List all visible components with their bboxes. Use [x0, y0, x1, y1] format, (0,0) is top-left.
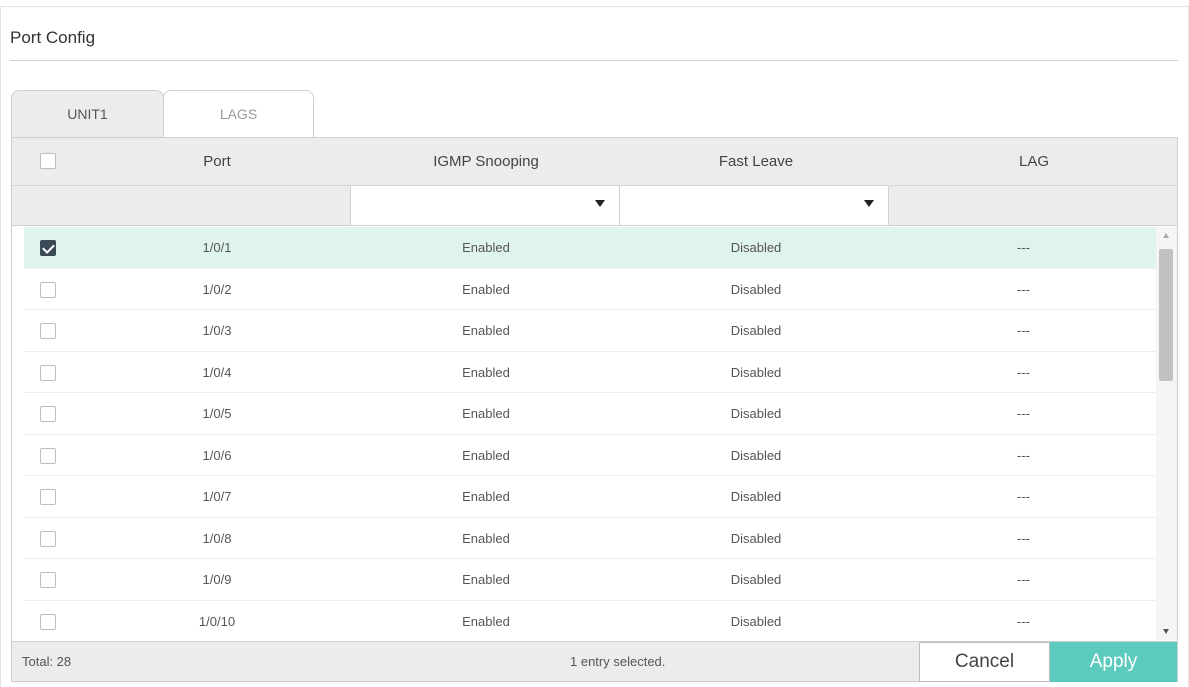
table-row[interactable]: 1/0/4 Enabled Disabled ---	[24, 352, 1156, 393]
tab-unit1[interactable]: UNIT1	[11, 90, 164, 137]
row-checkbox[interactable]	[40, 530, 56, 547]
table-row[interactable]: 1/0/9 Enabled Disabled ---	[24, 559, 1156, 601]
fast-leave-cell: Disabled	[730, 323, 782, 338]
fast-leave-cell: Disabled	[730, 447, 782, 463]
table-row[interactable]: 1/0/6 Enabled Disabled ---	[24, 435, 1156, 476]
igmp-snooping-cell: Enabled	[462, 240, 510, 255]
row-checkbox[interactable]	[40, 447, 56, 464]
panel-border-left	[0, 6, 1, 687]
igmp-snooping-cell: Enabled	[462, 281, 510, 297]
tab-lags[interactable]: LAGS	[163, 90, 314, 137]
port-cell: 1/0/7	[202, 489, 232, 504]
apply-button[interactable]: Apply	[1050, 642, 1177, 682]
fast-leave-filter-select[interactable]	[620, 186, 889, 225]
table-row[interactable]: 1/0/7 Enabled Disabled ---	[24, 476, 1156, 518]
table-footer: Total: 28 1 entry selected. Cancel Apply	[12, 641, 1177, 682]
port-cell: 1/0/4	[202, 364, 232, 380]
fast-leave-cell: Disabled	[730, 613, 782, 629]
lag-cell: ---	[1017, 613, 1030, 629]
port-table: Port IGMP Snooping Fast Leave LAG 1/0/1 …	[11, 137, 1178, 682]
fast-leave-cell: Disabled	[730, 364, 782, 380]
port-cell: 1/0/5	[202, 406, 232, 421]
vertical-scrollbar[interactable]	[1156, 227, 1177, 640]
column-header-port[interactable]: Port	[72, 138, 362, 185]
cancel-button[interactable]: Cancel	[919, 642, 1050, 682]
lag-cell: ---	[1017, 406, 1030, 421]
fast-leave-cell: Disabled	[730, 406, 782, 421]
table-body: 1/0/1 Enabled Disabled --- 1/0/2 Enabled…	[24, 227, 1156, 640]
fast-leave-cell: Disabled	[730, 530, 782, 546]
row-checkbox[interactable]	[40, 613, 56, 630]
total-count: Total: 28	[22, 654, 72, 669]
igmp-snooping-cell: Enabled	[462, 613, 510, 629]
page-title: Port Config	[10, 28, 96, 47]
fast-leave-cell: Disabled	[730, 281, 782, 297]
port-cell: 1/0/9	[202, 572, 232, 587]
fast-leave-cell: Disabled	[730, 240, 782, 255]
lag-cell: ---	[1017, 240, 1030, 255]
scrollbar-thumb[interactable]	[1159, 249, 1173, 381]
port-config-panel: Port Config UNIT1 LAGS Port IGMP Snoopin…	[0, 0, 1189, 687]
table-row[interactable]: 1/0/5 Enabled Disabled ---	[24, 393, 1156, 435]
caret-down-icon	[864, 200, 874, 207]
filter-row	[12, 186, 1177, 226]
panel-border-top	[0, 6, 1189, 7]
scroll-down-arrow-icon[interactable]	[1163, 629, 1169, 634]
table-row[interactable]: 1/0/2 Enabled Disabled ---	[24, 269, 1156, 310]
table-row[interactable]: 1/0/8 Enabled Disabled ---	[24, 518, 1156, 559]
fast-leave-cell: Disabled	[730, 572, 782, 587]
igmp-snooping-cell: Enabled	[462, 530, 510, 546]
igmp-snooping-cell: Enabled	[462, 572, 510, 587]
row-checkbox[interactable]	[40, 323, 56, 339]
row-checkbox[interactable]	[40, 489, 56, 505]
port-cell: 1/0/2	[202, 281, 232, 297]
igmp-snooping-cell: Enabled	[462, 447, 510, 463]
igmp-snooping-cell: Enabled	[462, 323, 510, 338]
lag-cell: ---	[1017, 489, 1030, 504]
lag-cell: ---	[1017, 364, 1030, 380]
lag-cell: ---	[1017, 572, 1030, 587]
selection-status: 1 entry selected.	[570, 654, 666, 669]
column-header-fast-leave[interactable]: Fast Leave	[621, 138, 891, 185]
table-row[interactable]: 1/0/1 Enabled Disabled ---	[24, 227, 1156, 269]
title-divider	[10, 60, 1178, 61]
igmp-snooping-filter-select[interactable]	[350, 186, 620, 225]
port-cell: 1/0/1	[202, 240, 232, 255]
igmp-snooping-cell: Enabled	[462, 489, 510, 504]
table-row[interactable]: 1/0/10 Enabled Disabled ---	[24, 601, 1156, 641]
lag-cell: ---	[1017, 530, 1030, 546]
row-checkbox[interactable]	[40, 406, 56, 422]
column-header-lag[interactable]: LAG	[891, 138, 1177, 185]
igmp-snooping-cell: Enabled	[462, 406, 510, 421]
port-cell: 1/0/10	[198, 613, 236, 629]
port-cell: 1/0/8	[202, 530, 232, 546]
port-cell: 1/0/3	[202, 323, 232, 338]
column-header-igmp-snooping[interactable]: IGMP Snooping	[351, 138, 621, 185]
lag-cell: ---	[1017, 447, 1030, 463]
igmp-snooping-cell: Enabled	[462, 364, 510, 380]
table-header: Port IGMP Snooping Fast Leave LAG	[12, 138, 1177, 186]
caret-down-icon	[595, 200, 605, 207]
row-checkbox[interactable]	[40, 281, 56, 298]
lag-cell: ---	[1017, 323, 1030, 338]
scroll-up-arrow-icon[interactable]	[1163, 233, 1169, 238]
row-checkbox[interactable]	[40, 240, 56, 256]
row-checkbox[interactable]	[40, 364, 56, 381]
row-checkbox[interactable]	[40, 572, 56, 588]
select-all-checkbox[interactable]	[40, 153, 56, 169]
port-cell: 1/0/6	[202, 447, 232, 463]
table-row[interactable]: 1/0/3 Enabled Disabled ---	[24, 310, 1156, 352]
lag-cell: ---	[1017, 281, 1030, 297]
fast-leave-cell: Disabled	[730, 489, 782, 504]
